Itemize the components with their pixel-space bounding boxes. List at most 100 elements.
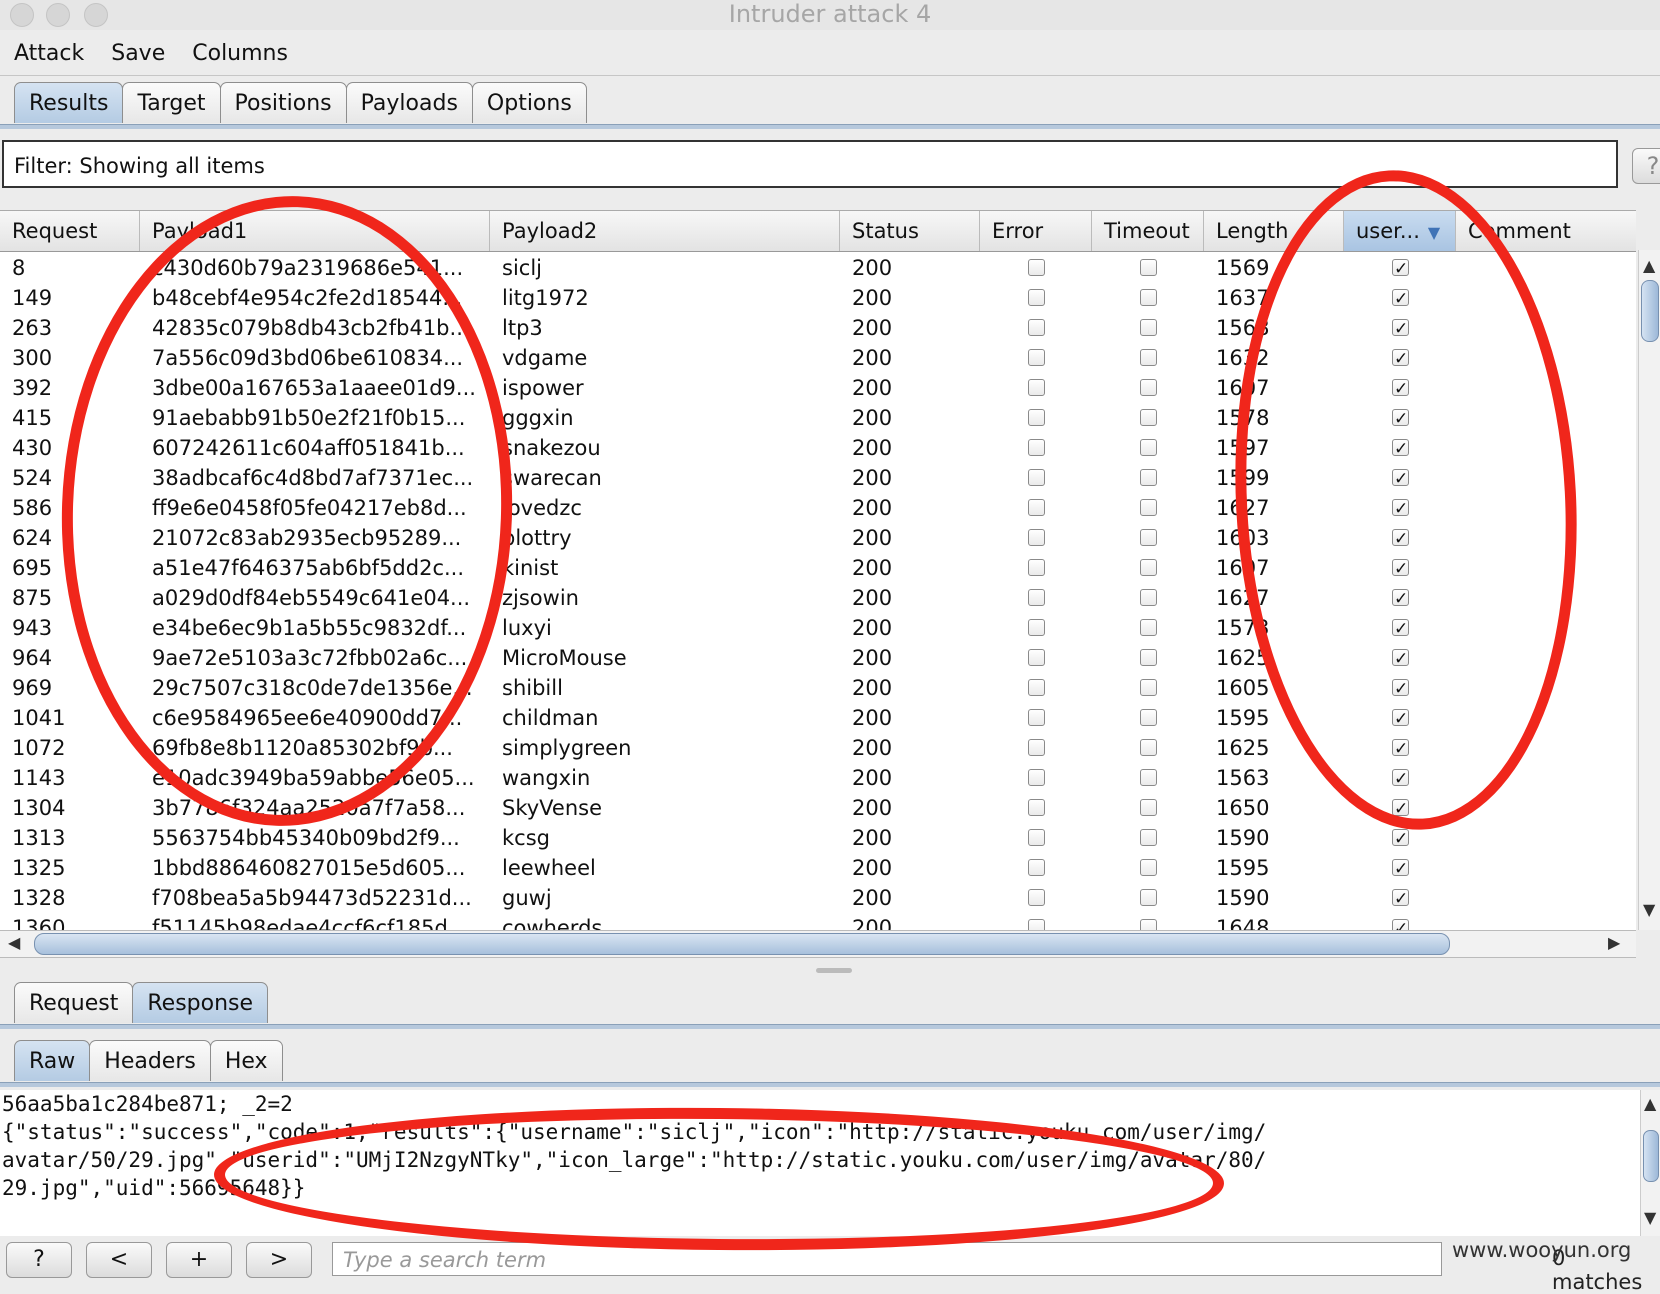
table-row[interactable]: 8 c430d60b79a2319686e541... siclj 200 1569 [0, 253, 1636, 284]
checkbox-error[interactable] [1028, 769, 1045, 786]
checkbox-error[interactable] [1028, 379, 1045, 396]
checkbox-user[interactable] [1392, 704, 1409, 734]
checkbox-user[interactable] [1392, 674, 1409, 704]
tab-options[interactable]: Options [471, 82, 587, 123]
checkbox-timeout[interactable] [1140, 769, 1157, 786]
filter-bar[interactable]: Filter: Showing all items [2, 140, 1618, 188]
column-request[interactable]: Request [0, 211, 140, 251]
checkbox-user[interactable] [1392, 854, 1409, 884]
checkbox-timeout[interactable] [1140, 379, 1157, 396]
checkbox-user[interactable] [1392, 344, 1409, 374]
column-error[interactable]: Error [980, 211, 1092, 251]
checkbox-error[interactable] [1028, 469, 1045, 486]
table-row[interactable]: 943 e34be6ec9b1a5b55c9832df... luxyi 200 157… [0, 613, 1636, 644]
add-button[interactable]: + [166, 1242, 232, 1278]
checkbox-timeout[interactable] [1140, 829, 1157, 846]
checkbox-user[interactable] [1392, 284, 1409, 314]
checkbox-user[interactable] [1392, 464, 1409, 494]
table-row[interactable]: 1143 e10adc3949ba59abbe56e05... wangxin 200… [0, 763, 1636, 794]
checkbox-error[interactable] [1028, 889, 1045, 906]
response-scroll-thumb[interactable] [1643, 1130, 1659, 1182]
response-raw-view[interactable]: 56aa5ba1c284be871; _2=2 {"status":"succe… [0, 1090, 1640, 1236]
checkbox-timeout[interactable] [1140, 739, 1157, 756]
column-comment[interactable]: Comment [1456, 211, 1636, 251]
column-user[interactable]: user... ▼ [1344, 211, 1456, 251]
table-row[interactable]: 695 a51e47f646375ab6bf5dd2c... kinist 200 16… [0, 553, 1636, 584]
table-row[interactable]: 263 42835c079b8db43cb2fb41b... ltp3 200 1568 [0, 313, 1636, 344]
table-row[interactable]: 969 29c7507c318c0de7de1356e... shibill 200 1… [0, 673, 1636, 704]
previous-match-button[interactable]: < [86, 1242, 152, 1278]
table-row[interactable]: 586 ff9e6e0458f05fe04217eb8d... lovedzc 200… [0, 493, 1636, 524]
checkbox-error[interactable] [1028, 319, 1045, 336]
checkbox-user[interactable] [1392, 584, 1409, 614]
scroll-down-icon[interactable]: ▼ [1643, 900, 1655, 919]
checkbox-error[interactable] [1028, 349, 1045, 366]
checkbox-user[interactable] [1392, 404, 1409, 434]
tab-results[interactable]: Results [14, 82, 124, 123]
table-row[interactable]: 1072 69fb8e8b1120a85302bf9b... simplygreen… [0, 733, 1636, 764]
tab-response[interactable]: Response [132, 982, 269, 1023]
column-length[interactable]: Length [1204, 211, 1344, 251]
scroll-right-icon[interactable]: ▶ [1608, 933, 1620, 952]
table-row[interactable]: 415 91aebabb91b50e2f21f0b15... gggxin 200 15… [0, 403, 1636, 434]
checkbox-timeout[interactable] [1140, 889, 1157, 906]
column-timeout[interactable]: Timeout [1092, 211, 1204, 251]
checkbox-timeout[interactable] [1140, 499, 1157, 516]
checkbox-error[interactable] [1028, 739, 1045, 756]
scroll-down-icon[interactable]: ▼ [1644, 1208, 1656, 1227]
checkbox-user[interactable] [1392, 554, 1409, 584]
checkbox-error[interactable] [1028, 439, 1045, 456]
menu-save[interactable]: Save [111, 41, 165, 66]
search-help-button[interactable]: ? [6, 1242, 72, 1278]
search-input[interactable]: Type a search term [332, 1242, 1442, 1276]
tab-target[interactable]: Target [122, 82, 221, 123]
checkbox-timeout[interactable] [1140, 709, 1157, 726]
pane-splitter-handle[interactable] [816, 968, 852, 973]
checkbox-error[interactable] [1028, 499, 1045, 516]
checkbox-error[interactable] [1028, 679, 1045, 696]
tab-headers[interactable]: Headers [89, 1040, 211, 1081]
checkbox-error[interactable] [1028, 709, 1045, 726]
menu-attack[interactable]: Attack [14, 41, 84, 66]
checkbox-error[interactable] [1028, 259, 1045, 276]
table-row[interactable]: 624 21072c83ab2935ecb95289... blottry 200 16… [0, 523, 1636, 554]
tab-hex[interactable]: Hex [209, 1040, 283, 1081]
checkbox-user[interactable] [1392, 254, 1409, 284]
table-row[interactable]: 149 b48cebf4e954c2fe2d18544... litg1972 200… [0, 283, 1636, 314]
checkbox-user[interactable] [1392, 764, 1409, 794]
checkbox-timeout[interactable] [1140, 619, 1157, 636]
table-row[interactable]: 430 607242611c604aff051841b... snakezou 200… [0, 433, 1636, 464]
checkbox-user[interactable] [1392, 884, 1409, 914]
checkbox-error[interactable] [1028, 529, 1045, 546]
checkbox-error[interactable] [1028, 559, 1045, 576]
checkbox-user[interactable] [1392, 434, 1409, 464]
checkbox-user[interactable] [1392, 314, 1409, 344]
checkbox-error[interactable] [1028, 859, 1045, 876]
checkbox-error[interactable] [1028, 289, 1045, 306]
table-row[interactable]: 1360 f51145b98edae4ccf6cf185d... cowherds 2… [0, 913, 1636, 931]
checkbox-user[interactable] [1392, 824, 1409, 854]
checkbox-timeout[interactable] [1140, 439, 1157, 456]
checkbox-timeout[interactable] [1140, 799, 1157, 816]
column-payload1[interactable]: Payload1 [140, 211, 490, 251]
table-row[interactable]: 392 3dbe00a167653a1aaee01d9... ispower 200 1… [0, 373, 1636, 404]
checkbox-timeout[interactable] [1140, 409, 1157, 426]
checkbox-timeout[interactable] [1140, 859, 1157, 876]
checkbox-user[interactable] [1392, 734, 1409, 764]
checkbox-user[interactable] [1392, 374, 1409, 404]
next-match-button[interactable]: > [246, 1242, 312, 1278]
checkbox-timeout[interactable] [1140, 469, 1157, 486]
checkbox-timeout[interactable] [1140, 679, 1157, 696]
checkbox-timeout[interactable] [1140, 589, 1157, 606]
checkbox-user[interactable] [1392, 494, 1409, 524]
table-row[interactable]: 964 9ae72e5103a3c72fbb02a6c... MicroMouse 2… [0, 643, 1636, 674]
checkbox-timeout[interactable] [1140, 649, 1157, 666]
column-status[interactable]: Status [840, 211, 980, 251]
menu-columns[interactable]: Columns [192, 41, 288, 66]
checkbox-error[interactable] [1028, 829, 1045, 846]
table-row[interactable]: 300 7a556c09d3bd06be610834... vdgame 200 163… [0, 343, 1636, 374]
table-vertical-scrollbar[interactable]: ▲ ▼ [1638, 250, 1660, 930]
checkbox-timeout[interactable] [1140, 259, 1157, 276]
checkbox-error[interactable] [1028, 619, 1045, 636]
table-row[interactable]: 1313 5563754bb45340b09bd2f9... kcsg 200 1590 [0, 823, 1636, 854]
